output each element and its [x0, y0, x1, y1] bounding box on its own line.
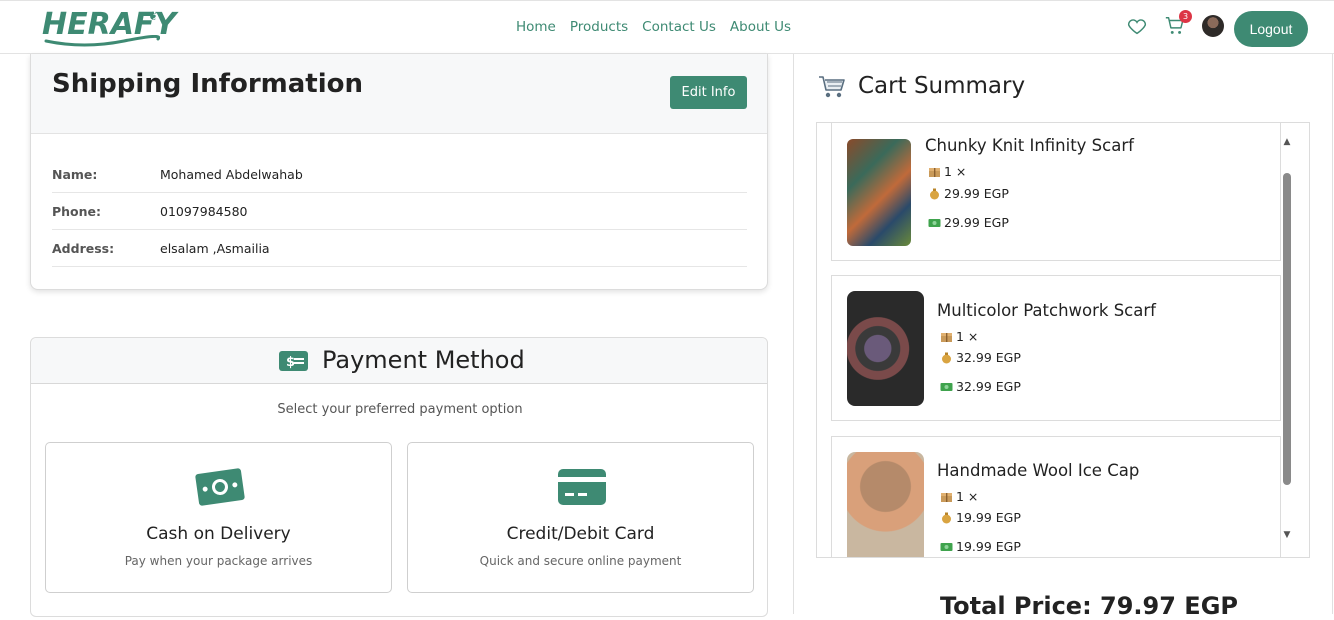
- unit-price-value: 32.99 EGP: [956, 350, 1021, 365]
- shipping-header: Shipping Information Edit Info: [31, 54, 767, 134]
- cart-item: Multicolor Patchwork Scarf 1 × 32.99 EGP…: [831, 275, 1281, 421]
- info-label: Address:: [52, 240, 115, 256]
- info-value: Mohamed Abdelwahab: [160, 166, 303, 182]
- credit-card-icon: [558, 469, 606, 505]
- logout-button[interactable]: Logout: [1234, 11, 1308, 47]
- shopping-cart-icon: [819, 76, 845, 98]
- cart-items-list[interactable]: Chunky Knit Infinity Scarf 1 × 29.99 EGP…: [816, 122, 1310, 558]
- payment-option-card[interactable]: Credit/Debit Card Quick and secure onlin…: [407, 442, 754, 593]
- quantity: 1 ×: [928, 164, 966, 179]
- scroll-up-arrow-icon[interactable]: ▲: [1280, 137, 1294, 149]
- package-icon: [929, 168, 940, 177]
- subtotal-value: 19.99 EGP: [956, 539, 1021, 554]
- unit-price: 29.99 EGP: [928, 186, 1009, 201]
- cart-item: Chunky Knit Infinity Scarf 1 × 29.99 EGP…: [831, 123, 1281, 261]
- product-image: [847, 291, 924, 406]
- payment-subtitle: Select your preferred payment option: [277, 402, 523, 417]
- option-title: Cash on Delivery: [146, 524, 291, 544]
- option-description: Pay when your package arrives: [124, 554, 313, 568]
- subtotal: 19.99 EGP: [940, 539, 1021, 554]
- info-value: 01097984580: [160, 203, 248, 219]
- quantity: 1 ×: [940, 489, 978, 504]
- scroll-thumb[interactable]: [1283, 173, 1291, 485]
- unit-price-value: 19.99 EGP: [956, 510, 1021, 525]
- subtotal: 29.99 EGP: [928, 215, 1009, 230]
- total-price: Total Price: 79.97 EGP: [940, 592, 1238, 620]
- nav-link-home[interactable]: Home: [516, 19, 556, 35]
- subtotal-value: 29.99 EGP: [944, 215, 1009, 230]
- payment-title: Payment Method: [322, 346, 525, 374]
- package-icon: [941, 333, 952, 342]
- info-row-phone: Phone: 01097984580: [52, 193, 747, 230]
- product-image: [847, 452, 924, 557]
- unit-price: 32.99 EGP: [940, 350, 1021, 365]
- avatar[interactable]: [1202, 15, 1224, 37]
- banknote-icon: [940, 383, 953, 391]
- quantity-value: 1 ×: [944, 164, 967, 179]
- info-row-name: Name: Mohamed Abdelwahab: [52, 156, 747, 193]
- nav-icons: 3: [1126, 10, 1224, 37]
- money-bag-icon: [930, 188, 939, 200]
- money-bag-icon: [942, 512, 951, 524]
- shipping-title: Shipping Information: [52, 69, 363, 99]
- info-label: Name:: [52, 166, 98, 182]
- info-label: Phone:: [52, 203, 102, 219]
- unit-price: 19.99 EGP: [940, 510, 1021, 525]
- quantity: 1 ×: [940, 329, 978, 344]
- product-name[interactable]: Chunky Knit Infinity Scarf: [925, 136, 1134, 155]
- package-icon: [941, 493, 952, 502]
- banknote-icon: [928, 219, 941, 227]
- quantity-value: 1 ×: [956, 329, 979, 344]
- nav-link-products[interactable]: Products: [570, 19, 628, 35]
- product-name[interactable]: Multicolor Patchwork Scarf: [937, 301, 1156, 320]
- money-bill-icon: $: [279, 351, 308, 371]
- navbar: HERAFY ❦ Home Products Contact Us About …: [0, 0, 1334, 54]
- cart-scroll-area[interactable]: Chunky Knit Infinity Scarf 1 × 29.99 EGP…: [817, 123, 1293, 557]
- payment-option-cod[interactable]: Cash on Delivery Pay when your package a…: [45, 442, 392, 593]
- banknote-icon: [940, 543, 953, 551]
- shipping-info-card: Shipping Information Edit Info Name: Moh…: [30, 54, 768, 290]
- product-image: [847, 139, 911, 246]
- info-value: elsalam ,Asmailia: [160, 240, 270, 256]
- scroll-down-arrow-icon[interactable]: ▼: [1280, 530, 1294, 542]
- money-bag-icon: [942, 352, 951, 364]
- cart-count-badge: 3: [1179, 10, 1192, 23]
- edit-info-button[interactable]: Edit Info: [670, 76, 747, 109]
- quantity-value: 1 ×: [956, 489, 979, 504]
- heart-icon[interactable]: [1126, 15, 1148, 37]
- cart-icon[interactable]: 3: [1164, 10, 1192, 37]
- cash-icon: [195, 468, 245, 506]
- leaf-icon: ❦: [148, 9, 159, 23]
- cart-summary-title: Cart Summary: [858, 73, 1026, 99]
- info-row-address: Address: elsalam ,Asmailia: [52, 230, 747, 267]
- nav-link-contact[interactable]: Contact Us: [642, 19, 716, 35]
- shipping-info-table: Name: Mohamed Abdelwahab Phone: 01097984…: [52, 156, 747, 267]
- svg-text:$: $: [286, 355, 295, 370]
- option-title: Credit/Debit Card: [506, 524, 655, 544]
- subtotal-value: 32.99 EGP: [956, 379, 1021, 394]
- payment-method-card: $ Payment Method Select your preferred p…: [30, 337, 768, 617]
- cart-scrollbar[interactable]: ▲ ▼: [1280, 137, 1294, 544]
- cart-item: Handmade Wool Ice Cap 1 × 19.99 EGP 19.9…: [831, 436, 1281, 557]
- option-description: Quick and secure online payment: [479, 554, 682, 568]
- subtotal: 32.99 EGP: [940, 379, 1021, 394]
- nav-links: Home Products Contact Us About Us: [516, 19, 791, 35]
- logo-swoosh-icon: [44, 35, 160, 47]
- unit-price-value: 29.99 EGP: [944, 186, 1009, 201]
- payment-header: $ Payment Method: [31, 338, 767, 384]
- product-name[interactable]: Handmade Wool Ice Cap: [937, 461, 1139, 480]
- nav-link-about[interactable]: About Us: [730, 19, 791, 35]
